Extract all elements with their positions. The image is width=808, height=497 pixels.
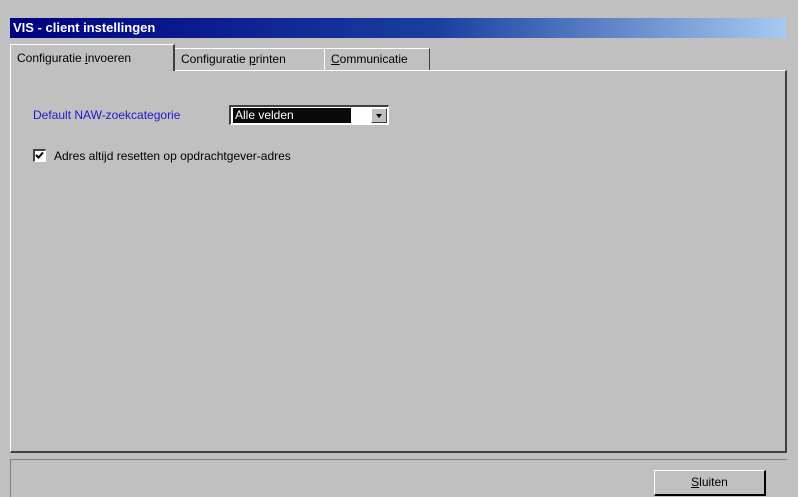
naw-category-select[interactable]: Alle velden [229, 105, 389, 125]
naw-category-label: Default NAW-zoekcategorie [33, 108, 181, 122]
close-button-key: S [691, 475, 700, 489]
tab-configuratie-printen[interactable]: Configuratie printen [174, 48, 325, 70]
tab-label-post: rinten [255, 52, 286, 66]
close-button-label: luiten [699, 475, 728, 489]
footer-bar: Sluiten [10, 459, 787, 497]
tab-label-key: p [249, 52, 256, 66]
tab-label-pre: Configuratie [17, 51, 86, 65]
reset-address-checkbox[interactable] [33, 149, 46, 162]
close-button[interactable]: Sluiten [654, 470, 766, 496]
tab-configuratie-invoeren[interactable]: Configuratie invoeren [10, 44, 175, 71]
tab-panel: Default NAW-zoekcategorie Alle velden Ad… [10, 70, 787, 453]
checkmark-icon [35, 151, 44, 159]
tab-label-key: C [331, 52, 340, 66]
reset-address-label: Adres altijd resetten op opdrachtgever-a… [54, 149, 291, 163]
chevron-down-icon[interactable] [371, 108, 387, 123]
tab-label-post: nvoeren [87, 51, 132, 65]
tab-label-post: ommunicatie [339, 52, 408, 66]
tab-communicatie[interactable]: Communicatie [324, 48, 430, 70]
tab-strip: Configuratie printen Communicatie Config… [10, 44, 800, 71]
tab-label-pre: Configuratie [181, 52, 250, 66]
window-title: VIS - client instellingen [10, 18, 786, 38]
naw-category-value: Alle velden [233, 108, 351, 123]
settings-window: VIS - client instellingen Configuratie p… [0, 0, 798, 497]
